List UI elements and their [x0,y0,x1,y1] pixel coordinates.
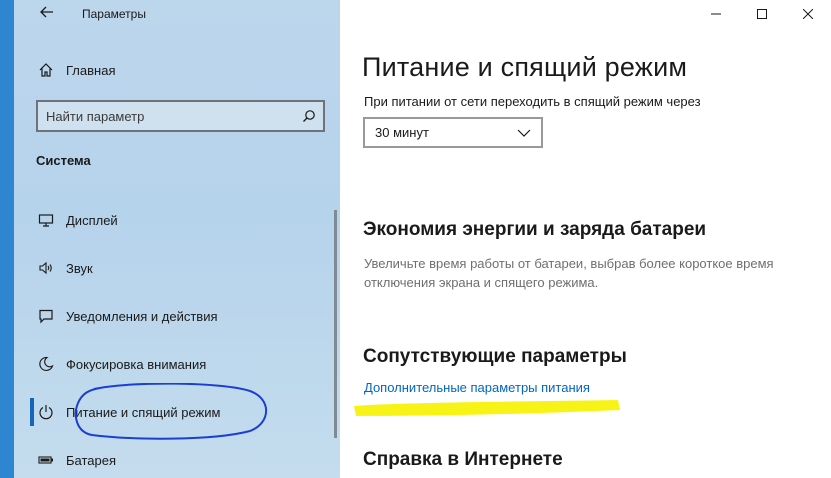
additional-power-settings-link[interactable]: Дополнительные параметры питания [364,380,590,395]
sidebar-item-label: Дисплей [66,212,118,228]
maximize-button[interactable] [739,0,785,28]
sidebar-item-notifications[interactable]: Уведомления и действия [36,292,336,340]
sidebar-scrollbar[interactable] [334,210,337,438]
home-icon [36,60,56,80]
speaker-icon [36,258,56,278]
moon-icon [36,354,56,374]
sidebar-section-heading: Система [36,153,91,168]
close-button[interactable] [785,0,831,28]
sidebar-item-power-sleep[interactable]: Питание и спящий режим [30,388,336,436]
close-icon [802,7,814,22]
arrow-left-icon [40,5,54,23]
sidebar-item-label: Фокусировка внимания [66,356,207,372]
titlebar-left: Параметры [36,0,146,28]
sidebar-item-home[interactable]: Главная [36,58,115,82]
search-icon[interactable] [295,102,323,130]
sidebar-item-label: Уведомления и действия [66,308,218,324]
annotation-highlight [354,400,620,416]
energy-saving-heading: Экономия энергии и заряда батареи [363,219,707,240]
sidebar-item-display[interactable]: Дисплей [36,196,336,244]
maximize-icon [757,7,767,22]
power-icon [36,402,56,422]
energy-saving-description: Увеличьте время работы от батареи, выбра… [364,256,774,290]
sidebar: Параметры Главная Система Дисплей Звук [0,0,340,478]
page-title: Питание и спящий режим [362,52,688,82]
minimize-button[interactable] [693,0,739,28]
monitor-icon [36,210,56,230]
related-settings-heading: Сопутствующие параметры [363,346,627,367]
sidebar-item-label: Звук [66,260,93,276]
search-input[interactable] [38,108,295,124]
sidebar-item-battery[interactable]: Батарея [36,436,336,478]
sidebar-item-sound[interactable]: Звук [36,244,336,292]
sidebar-item-focus[interactable]: Фокусировка внимания [36,340,336,388]
notification-icon [36,306,56,326]
online-help-heading: Справка в Интернете [363,449,563,470]
content-pane: Питание и спящий режим При питании от се… [340,0,831,478]
minimize-icon [711,7,721,22]
sidebar-item-label: Питание и спящий режим [66,404,221,420]
sidebar-item-label: Главная [66,62,116,78]
sleep-setting-label: При питании от сети переходить в спящий … [364,94,701,109]
chevron-down-icon [517,124,531,142]
window-controls [693,0,831,28]
battery-icon [36,450,56,470]
sleep-timeout-dropdown[interactable]: 30 минут [363,117,543,148]
sidebar-nav: Дисплей Звук Уведомления и действия Фоку… [30,196,336,478]
app-title: Параметры [82,7,146,21]
back-button[interactable] [36,3,58,25]
sidebar-item-label: Батарея [66,452,117,468]
search-box[interactable] [36,100,325,132]
dropdown-value: 30 минут [375,125,429,140]
